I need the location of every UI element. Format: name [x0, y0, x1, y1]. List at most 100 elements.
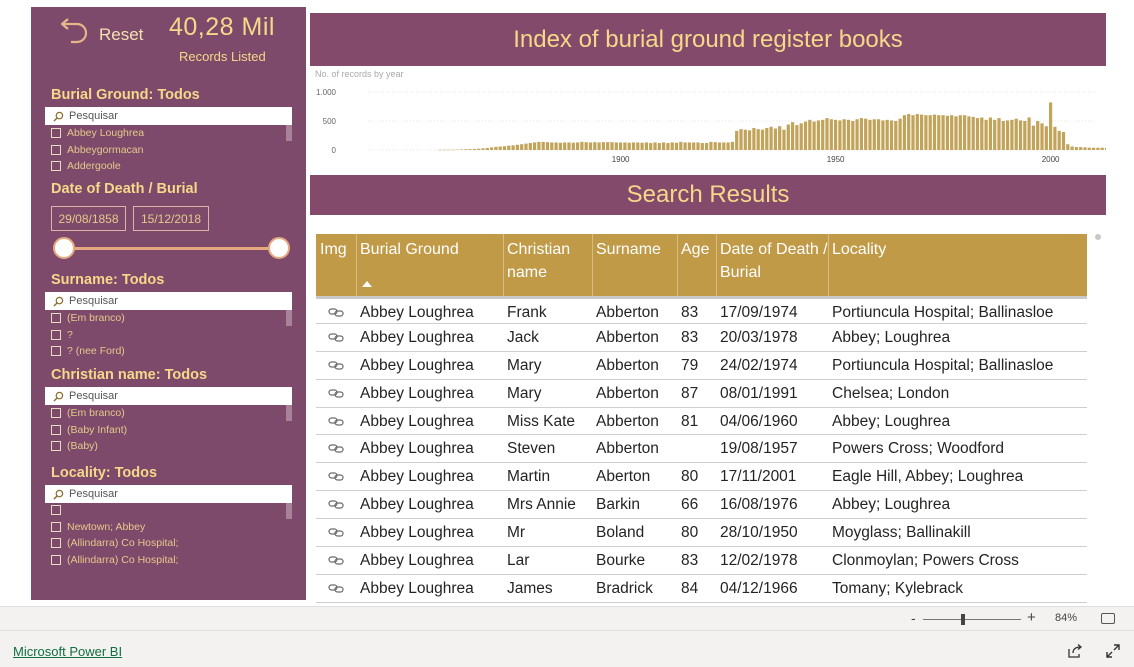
bar[interactable] — [657, 143, 661, 150]
list-item[interactable]: (Baby) — [51, 438, 292, 455]
bar[interactable] — [945, 115, 950, 150]
bar[interactable] — [1018, 120, 1023, 150]
checkbox[interactable] — [51, 554, 61, 565]
list-item[interactable]: (Em branco) — [51, 405, 292, 422]
link-icon[interactable] — [328, 307, 344, 318]
bar[interactable] — [782, 129, 786, 150]
bar[interactable] — [481, 148, 485, 150]
checkbox[interactable] — [51, 128, 61, 139]
bar[interactable] — [941, 115, 945, 150]
bar[interactable] — [1061, 132, 1066, 150]
table-row[interactable]: Abbey Loughrea Steven Abberton 19/08/1957 Po… — [316, 435, 1087, 464]
checkbox[interactable] — [51, 329, 61, 340]
bar[interactable] — [743, 129, 747, 150]
checkbox[interactable] — [51, 313, 61, 324]
bar[interactable] — [520, 144, 524, 150]
bar[interactable] — [851, 121, 855, 150]
bar[interactable] — [984, 119, 988, 150]
bar[interactable] — [545, 142, 550, 150]
table-row[interactable]: Abbey Loughrea Lar Bourke 83 12/02/1978 Clonm… — [316, 547, 1087, 575]
list-item[interactable]: Addergoole — [51, 158, 292, 173]
bar[interactable] — [597, 142, 601, 150]
bar[interactable] — [1070, 146, 1074, 150]
bar[interactable] — [1005, 120, 1010, 150]
bar[interactable] — [864, 118, 868, 150]
bar[interactable] — [872, 119, 876, 150]
list-item[interactable]: (Allindarra) Co Hospital; — [51, 535, 292, 552]
checkbox[interactable] — [51, 538, 61, 549]
bar[interactable] — [442, 149, 446, 151]
bar[interactable] — [954, 116, 958, 150]
sort-ascending-icon[interactable] — [362, 281, 372, 287]
link-icon[interactable] — [328, 388, 344, 399]
bar[interactable] — [558, 142, 563, 150]
checkbox[interactable] — [51, 144, 61, 155]
bar[interactable] — [962, 115, 967, 150]
link-icon[interactable] — [328, 583, 344, 594]
bar[interactable] — [1079, 147, 1083, 150]
bar[interactable] — [515, 144, 520, 150]
link-icon[interactable] — [328, 527, 344, 538]
bar[interactable] — [537, 141, 541, 150]
bar[interactable] — [855, 119, 859, 150]
bar[interactable] — [438, 149, 442, 151]
col-header-burial-ground[interactable]: Burial Ground — [360, 238, 459, 261]
bar[interactable] — [932, 114, 937, 150]
bar[interactable] — [902, 115, 907, 150]
bar[interactable] — [550, 142, 554, 150]
bar[interactable] — [653, 142, 657, 150]
bar[interactable] — [666, 143, 670, 150]
col-header-img[interactable]: Img — [320, 238, 347, 261]
bar[interactable] — [825, 118, 829, 150]
scrollbar[interactable] — [286, 405, 292, 421]
bar[interactable] — [528, 143, 532, 150]
bar[interactable] — [958, 115, 962, 150]
bar[interactable] — [644, 142, 649, 150]
table-row[interactable]: Abbey Loughrea Mrs Annie Barkin 66 16/08/197… — [316, 491, 1087, 520]
link-icon[interactable] — [328, 416, 344, 427]
bar[interactable] — [950, 115, 954, 150]
link-icon[interactable] — [328, 471, 344, 482]
bar[interactable] — [786, 124, 790, 150]
bar[interactable] — [859, 118, 864, 150]
checkbox[interactable] — [51, 161, 61, 172]
bar[interactable] — [846, 119, 851, 150]
scrollbar[interactable] — [286, 503, 292, 519]
table-row[interactable]: Abbey Loughrea James Bradrick 84 04/12/1966 T… — [316, 575, 1087, 603]
bar[interactable] — [1031, 125, 1036, 150]
bar[interactable] — [661, 142, 666, 150]
reset-button[interactable]: Reset — [59, 17, 143, 49]
bar[interactable] — [631, 142, 636, 150]
bar[interactable] — [472, 148, 477, 150]
bar[interactable] — [756, 129, 760, 150]
table-row[interactable]: Abbey Loughrea Mary Abberton 87 08/01/1991 Ch… — [316, 380, 1087, 408]
col-header-christian-name[interactable]: Christian name — [507, 238, 587, 284]
bar[interactable] — [752, 127, 756, 150]
bar[interactable] — [674, 142, 679, 150]
zoom-out-button[interactable]: - — [911, 610, 916, 626]
bar[interactable] — [498, 146, 502, 150]
bar[interactable] — [1010, 119, 1014, 150]
bar[interactable] — [928, 115, 932, 150]
table-row[interactable]: Abbey Loughrea Jack Abberton 83 20/03/1978 Ab… — [316, 324, 1087, 352]
bar[interactable] — [808, 119, 812, 150]
bar[interactable] — [571, 142, 575, 150]
bar[interactable] — [494, 146, 498, 150]
bar[interactable] — [915, 114, 919, 150]
bar[interactable] — [1074, 147, 1079, 150]
bar[interactable] — [816, 120, 821, 150]
bar[interactable] — [747, 130, 752, 150]
date-range-slider[interactable] — [64, 247, 279, 250]
bar[interactable] — [575, 142, 580, 150]
bar[interactable] — [679, 141, 683, 150]
bar[interactable] — [868, 119, 872, 150]
bar[interactable] — [588, 142, 593, 150]
bar[interactable] — [795, 125, 799, 150]
link-icon[interactable] — [328, 332, 344, 343]
bar[interactable] — [876, 119, 881, 150]
table-row[interactable]: Abbey Loughrea Frank Abberton 83 17/09/1974 P… — [316, 296, 1087, 324]
bar[interactable] — [524, 143, 528, 150]
bar[interactable] — [455, 149, 459, 151]
bar[interactable] — [618, 142, 623, 150]
bar[interactable] — [1053, 126, 1057, 150]
